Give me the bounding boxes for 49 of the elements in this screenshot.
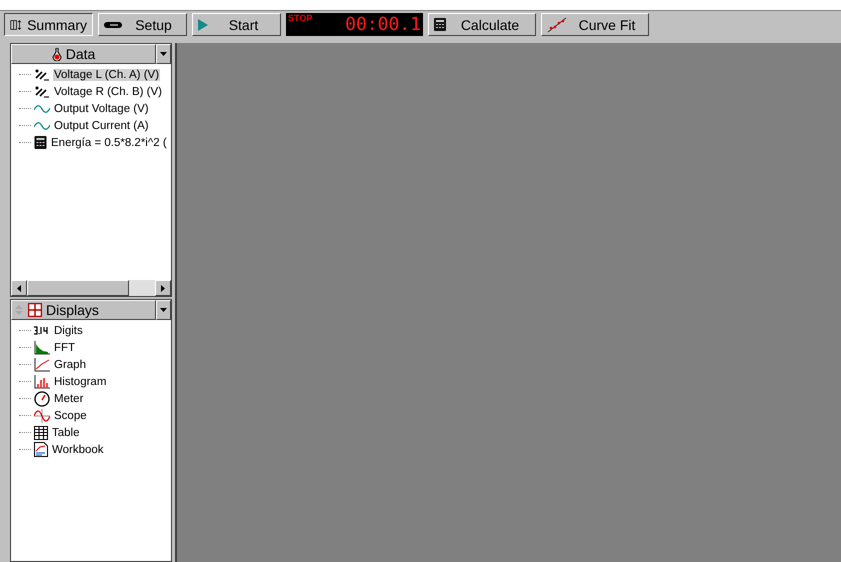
toolbar-button[interactable]: Setup — [98, 13, 187, 36]
play-icon — [198, 18, 208, 30]
data-header[interactable]: Data — [11, 44, 156, 64]
display-item[interactable]: Digits — [53, 324, 84, 336]
sine-wave-icon — [34, 104, 50, 114]
toolbar-button[interactable]: Calculate — [428, 13, 536, 36]
document-icon — [34, 442, 48, 457]
display-item[interactable]: Scope — [53, 410, 88, 422]
calculator-icon — [34, 136, 47, 149]
spectrum-chart-icon — [34, 340, 50, 354]
data-item[interactable]: Output Voltage (V) — [53, 102, 150, 114]
sensor-icon — [34, 68, 50, 80]
sine-wave-icon — [34, 408, 50, 422]
caret-icon — [160, 52, 167, 56]
digits-icon — [34, 326, 50, 335]
flask-icon — [52, 48, 62, 60]
data-item[interactable]: Voltage R (Ch. B) (V) — [53, 86, 164, 98]
table-icon — [34, 426, 48, 440]
gauge-icon — [34, 390, 50, 406]
connector-icon — [104, 20, 122, 28]
grid-icon — [28, 303, 42, 317]
display-item[interactable]: Workbook — [51, 444, 105, 456]
line-chart-icon — [34, 358, 50, 372]
curve-fit-icon — [547, 16, 567, 32]
sensor-icon — [34, 86, 50, 98]
right-arrow-icon — [161, 284, 165, 292]
dropdown-button[interactable] — [156, 300, 171, 320]
timer-time: 00:00.1 — [345, 14, 421, 35]
display-item[interactable]: Table — [51, 426, 80, 438]
horizontal-scrollbar[interactable] — [11, 280, 171, 296]
display-item[interactable]: FFT — [53, 342, 76, 354]
data-item[interactable]: Output Current (A) — [53, 120, 150, 132]
display-item[interactable]: Graph — [53, 358, 87, 370]
displays-header[interactable]: Displays — [11, 300, 156, 320]
timer-status: STOP — [288, 13, 312, 23]
toolbar-button[interactable]: Curve Fit — [541, 13, 649, 36]
data-item[interactable]: Voltage L (Ch. A) (V) — [53, 68, 160, 80]
summary-icon — [10, 18, 24, 32]
display-item[interactable]: Meter — [53, 392, 84, 404]
toolbar-button[interactable]: Start — [192, 13, 281, 36]
caret-icon — [160, 308, 167, 312]
sine-wave-icon — [34, 120, 50, 130]
histogram-icon — [34, 374, 50, 388]
left-arrow-icon — [17, 284, 21, 292]
toolbar-button[interactable]: Summary — [4, 13, 93, 36]
display-item[interactable]: Histogram — [53, 376, 108, 388]
data-item[interactable]: Energía = 0.5*8.2*i^2 ( — [50, 136, 168, 148]
dropdown-button[interactable] — [156, 44, 171, 64]
calculator-icon — [434, 18, 446, 31]
